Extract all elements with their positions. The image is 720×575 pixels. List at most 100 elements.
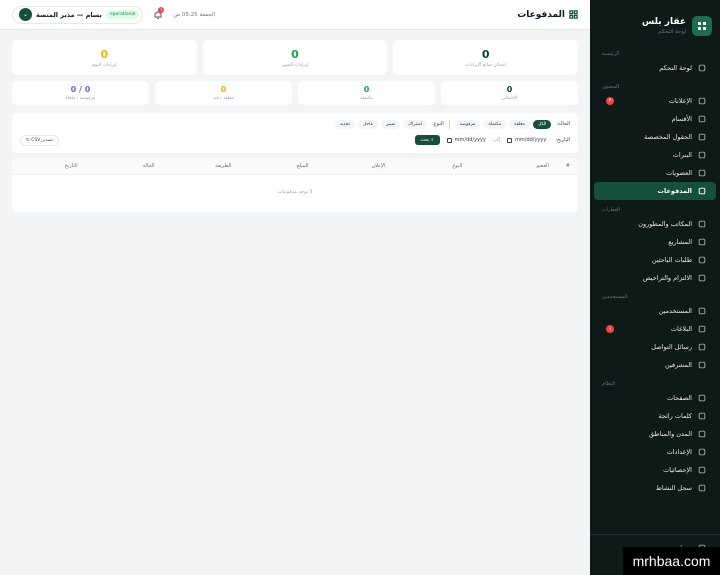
date-filter-row: التاريخ: mm/dd/yyyy إلى mm/dd/yyyy ⌕ بحث … — [20, 133, 570, 147]
date-from-text: mm/dd/yyyy — [515, 137, 547, 143]
stat-value: 0 — [481, 47, 490, 61]
chevron-down-icon[interactable]: ⌄ — [19, 8, 32, 21]
filters-panel: الحالة: الكل معلقة مكتملة مرفوضة النوع: اشت… — [12, 113, 578, 153]
globe-icon — [698, 430, 706, 438]
stat-label: مرفوضة / ملغاة — [65, 96, 96, 101]
sidebar-item-label: المشرفين — [665, 361, 692, 369]
sidebar-item[interactable]: المدن والمناطق — [594, 425, 716, 443]
gear-icon — [698, 448, 706, 456]
user-menu[interactable]: operational بسام — مدير المنصة ⌄ — [12, 5, 144, 24]
type-filter-chip[interactable]: عاجل — [357, 119, 379, 129]
date-to-input[interactable]: mm/dd/yyyy — [444, 137, 489, 143]
sidebar-item-label: كلمات رائجة — [658, 412, 692, 420]
filter-chips-row: الحالة: الكل معلقة مكتملة مرفوضة النوع: اشت… — [20, 118, 570, 130]
stat-card: 0 معلقة / قيد — [155, 81, 292, 105]
stat-label: إجمالي مبالغ الإيرادات — [465, 62, 507, 68]
notifications-button[interactable]: ٩ — [153, 6, 165, 20]
status-filter-chip[interactable]: الكل — [532, 119, 552, 129]
type-filter-chip[interactable]: اشتراك — [403, 119, 428, 129]
page-title: المدفوعات — [517, 10, 578, 20]
table-column-header[interactable]: العضو — [462, 163, 549, 169]
sidebar-item[interactable]: طلبات الباحثين — [594, 251, 716, 269]
sidebar-item[interactable]: المشاريع — [594, 233, 716, 251]
mail-icon — [698, 343, 706, 351]
sidebar-item[interactable]: كلمات رائجة — [594, 407, 716, 425]
date-from-input[interactable]: mm/dd/yyyy — [504, 137, 549, 143]
payments-icon — [569, 10, 578, 19]
table-column-header[interactable]: المبلغ — [232, 163, 309, 169]
sidebar-item[interactable]: سجل النشاط — [594, 479, 716, 497]
nav-section-title: العقارات — [602, 207, 620, 213]
page-icon — [698, 394, 706, 402]
datetime: الجمعة 05:25 ص — [173, 11, 216, 18]
sidebar-item-label: المكاتب والمطورون — [638, 220, 692, 228]
sidebar-item[interactable]: الالتزام والتراخيص — [594, 269, 716, 287]
sidebar-item-content: كلمات رائجة — [658, 412, 706, 420]
sidebar-item[interactable]: البنرات — [594, 146, 716, 164]
sidebar-item-content: الحقول المخصصة — [644, 133, 706, 141]
sidebar-item[interactable]: رسائل التواصل — [594, 338, 716, 356]
header-actions: operational بسام — مدير المنصة ⌄ ٩ الجمع… — [12, 5, 216, 24]
sidebar-item[interactable]: الأقسام — [594, 110, 716, 128]
export-csv-button[interactable]: تصدير CSV ↻ — [20, 134, 59, 146]
sidebar-item[interactable]: المستخدمين — [594, 302, 716, 320]
status-filter-chip[interactable]: مرفوضة — [454, 119, 481, 129]
payments-table: # العضو النوع الإعلان المبلغ الطريقة الحالة الت… — [12, 158, 578, 212]
table-column-header[interactable]: # — [549, 163, 570, 169]
calendar-icon — [446, 137, 452, 143]
sidebar-item-content: البنرات — [673, 151, 706, 159]
grid-icon — [698, 115, 706, 123]
sidebar-item-label: رسائل التواصل — [651, 343, 692, 351]
user-name: بسام — مدير المنصة — [36, 10, 102, 19]
sidebar-item-content: المكاتب والمطورون — [638, 220, 706, 228]
sidebar-item[interactable]: المشرفين — [594, 356, 716, 374]
stat-value: 0 — [291, 47, 299, 61]
sidebar-item[interactable]: الإحصائيات — [594, 461, 716, 479]
sidebar-item[interactable]: الإعلانات ٣ — [594, 92, 716, 110]
nav-section-title: النظام — [602, 381, 616, 387]
table-column-header[interactable]: النوع — [385, 163, 462, 169]
sidebar-item[interactable]: الحقول المخصصة — [594, 128, 716, 146]
table-column-header[interactable]: الإعلان — [308, 163, 386, 169]
table-column-header[interactable]: الحالة — [78, 163, 155, 169]
document-icon — [698, 97, 706, 105]
table-column-header[interactable]: الطريقة — [155, 163, 231, 169]
brand[interactable]: عقار بلس لوحة التحكم — [590, 0, 720, 44]
sidebar-item-label: البلاغات — [670, 325, 692, 333]
sidebar-item[interactable]: المكاتب والمطورون — [594, 215, 716, 233]
nav-section-title: المحتوى — [602, 84, 620, 90]
sidebar-item-content: الأقسام — [672, 115, 706, 123]
status-filter-label: الحالة: — [556, 121, 570, 127]
sidebar-item-label: لوحة التحكم — [659, 64, 692, 72]
sidebar-item[interactable]: الإعدادات — [594, 443, 716, 461]
stats-row-status: 0 الإجمالي 0 مكتملة 0 معلقة / قيد 0 / 0 مرفوضة … — [12, 81, 578, 105]
sidebar-item[interactable]: العضويات — [594, 164, 716, 182]
sidebar-item[interactable]: المدفوعات — [594, 182, 716, 200]
stat-value: 0 — [506, 85, 513, 94]
search-button[interactable]: ⌕ بحث — [414, 135, 440, 145]
sidebar-item[interactable]: لوحة التحكم — [594, 59, 716, 77]
page-title-text: المدفوعات — [517, 9, 565, 20]
table-column-header[interactable]: التاريخ — [20, 163, 78, 169]
home-icon — [698, 64, 706, 72]
calendar-icon — [507, 137, 513, 143]
users-icon — [698, 307, 706, 315]
status-filter-chip[interactable]: معلقة — [509, 119, 530, 129]
sidebar-item[interactable]: الصفحات — [594, 389, 716, 407]
sidebar-item-content: رسائل التواصل — [651, 343, 706, 351]
status-filter-chip[interactable]: مكتملة — [483, 119, 507, 129]
sidebar-item-label: الأقسام — [671, 115, 692, 123]
requests-icon — [698, 256, 706, 264]
sidebar-item-label: العضويات — [666, 169, 692, 177]
top-header: المدفوعات operational بسام — مدير المنصة… — [0, 0, 590, 30]
date-range-separator: إلى — [492, 137, 501, 143]
sidebar-item-content: المشاريع — [668, 238, 706, 246]
type-filter-chip[interactable]: تجديد — [334, 119, 355, 129]
nav-section-title: الرئيسية — [602, 51, 620, 57]
export-icon: ↻ — [26, 137, 30, 143]
sidebar-item[interactable]: البلاغات ١ — [594, 320, 716, 338]
sidebar-item-content: الالتزام والتراخيص — [643, 274, 706, 282]
type-filter-chip[interactable]: تمييز — [381, 119, 401, 129]
sidebar-item-content: طلبات الباحثين — [652, 256, 706, 264]
shield-icon — [698, 274, 706, 282]
